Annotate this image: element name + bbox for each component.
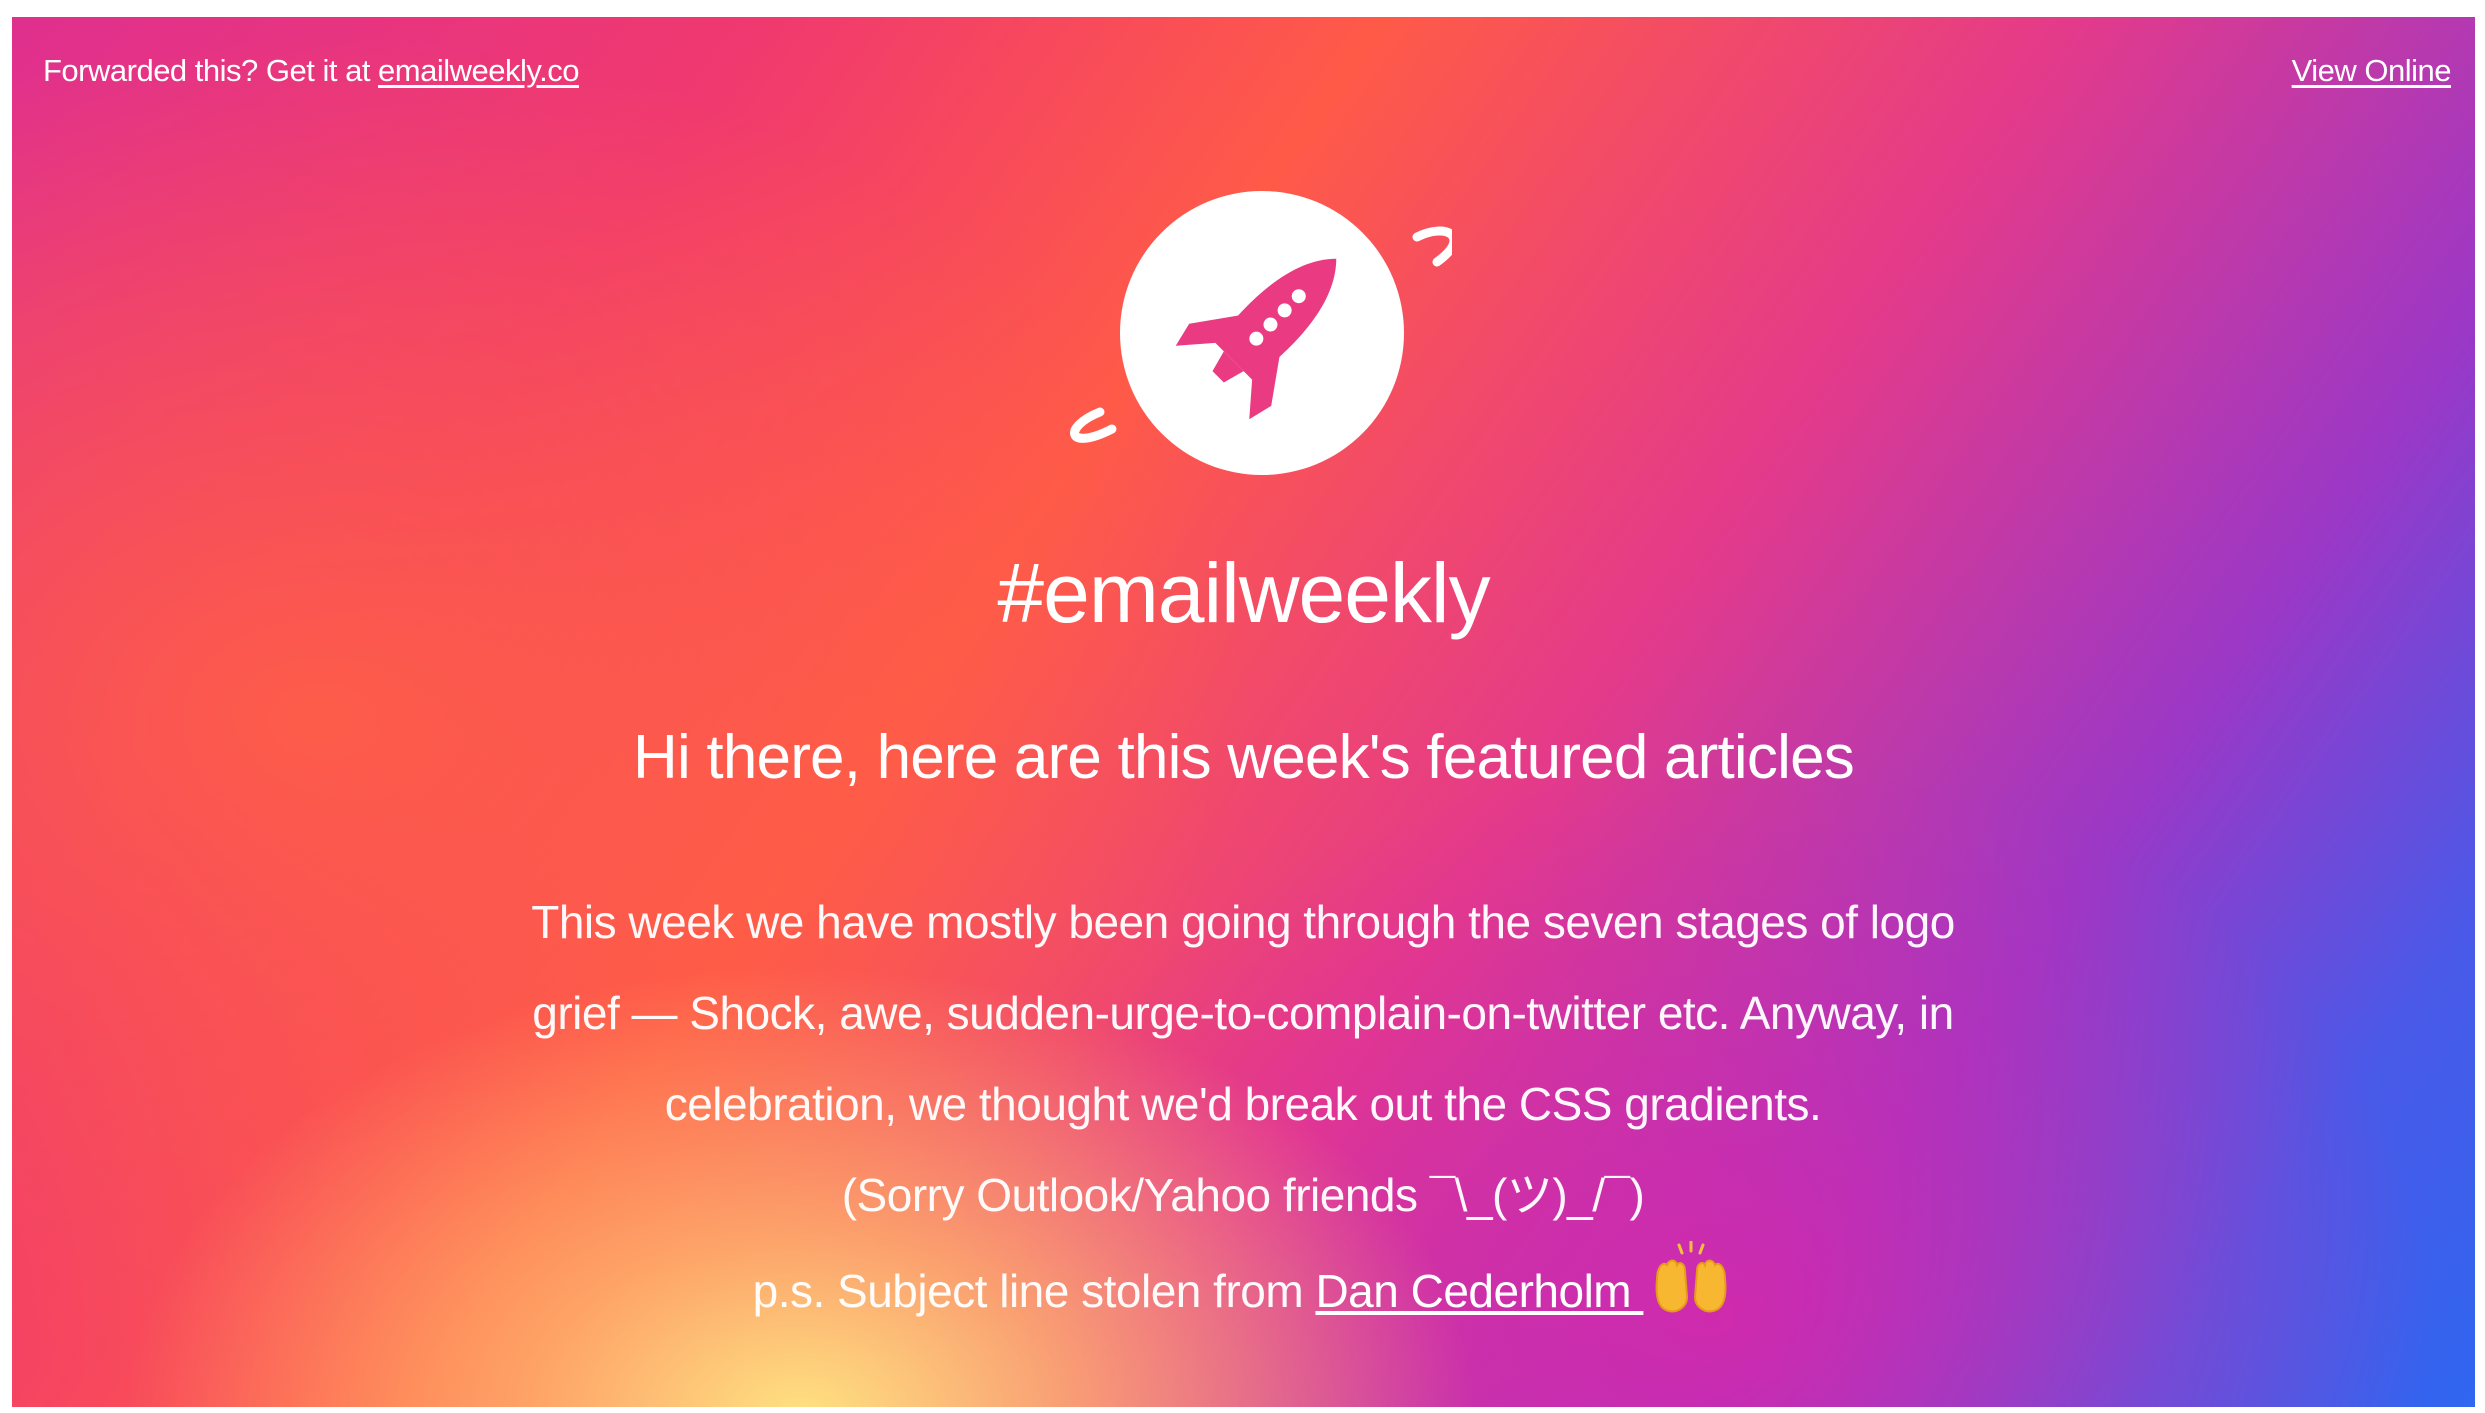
postscript-line: p.s. Subject line stolen from Dan Cederh… — [372, 1240, 2114, 1337]
brand-title: #emailweekly — [997, 546, 1490, 640]
emailweekly-link[interactable]: emailweekly.co — [378, 53, 579, 88]
intro-paragraph: This week we have mostly been going thro… — [372, 877, 2114, 1337]
forwarded-text: Forwarded this? Get it at — [43, 53, 379, 88]
intro-line-1: This week we have mostly been going thro… — [531, 896, 1955, 948]
intro-line-3: celebration, we thought we'd break out t… — [664, 1078, 1822, 1130]
intro-line-4: (Sorry Outlook/Yahoo friends ¯\_(ツ)_/¯) — [841, 1169, 1645, 1221]
rocket-planet-icon — [1052, 167, 1459, 497]
intro-line-2: grief — Shock, awe, sudden-urge-to-compl… — [532, 987, 1954, 1039]
forwarded-notice: Forwarded this? Get it at emailweekly.co — [43, 53, 579, 89]
preheader-bar: Forwarded this? Get it at emailweekly.co… — [12, 17, 2475, 97]
email-newsletter-hero: Forwarded this? Get it at emailweekly.co… — [12, 17, 2475, 1407]
raised-hands-icon — [1649, 1240, 1733, 1315]
view-online-link[interactable]: View Online — [2292, 53, 2452, 89]
dan-cederholm-link[interactable]: Dan Cederholm — [1315, 1265, 1643, 1317]
postscript-text: p.s. Subject line stolen from — [752, 1265, 1316, 1317]
newsletter-subtitle: Hi there, here are this week's featured … — [633, 723, 1855, 792]
